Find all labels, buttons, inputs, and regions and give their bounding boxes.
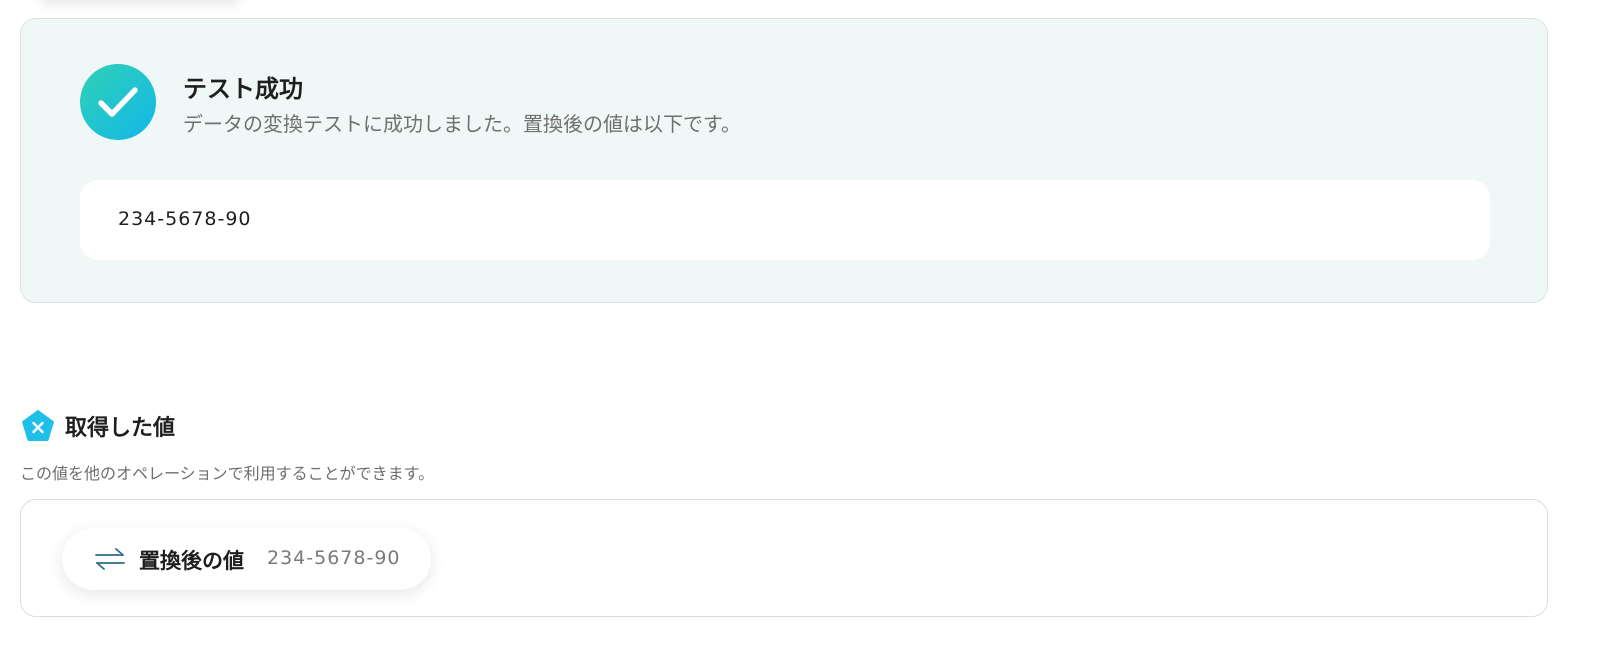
result-value: 234-5678-90 [118,208,252,230]
value-chip-replaced[interactable]: 置換後の値 234-5678-90 [62,528,431,590]
section-description: この値を他のオペレーションで利用することができます。 [20,464,435,483]
check-icon [80,64,156,140]
variable-x-icon [21,409,55,443]
retrieved-values-panel: 置換後の値 234-5678-90 [20,499,1548,617]
value-chip-label: 置換後の値 [139,549,244,573]
success-message: データの変換テストに成功しました。置換後の値は以下です。 [183,112,741,136]
section-title: 取得した値 [65,416,176,441]
result-value-box: 234-5678-90 [80,180,1490,260]
test-success-panel: テスト成功 データの変換テストに成功しました。置換後の値は以下です。 234-5… [20,18,1548,303]
success-title: テスト成功 [183,75,303,103]
swap-arrows-icon [94,546,126,572]
value-chip-value: 234-5678-90 [267,547,401,569]
